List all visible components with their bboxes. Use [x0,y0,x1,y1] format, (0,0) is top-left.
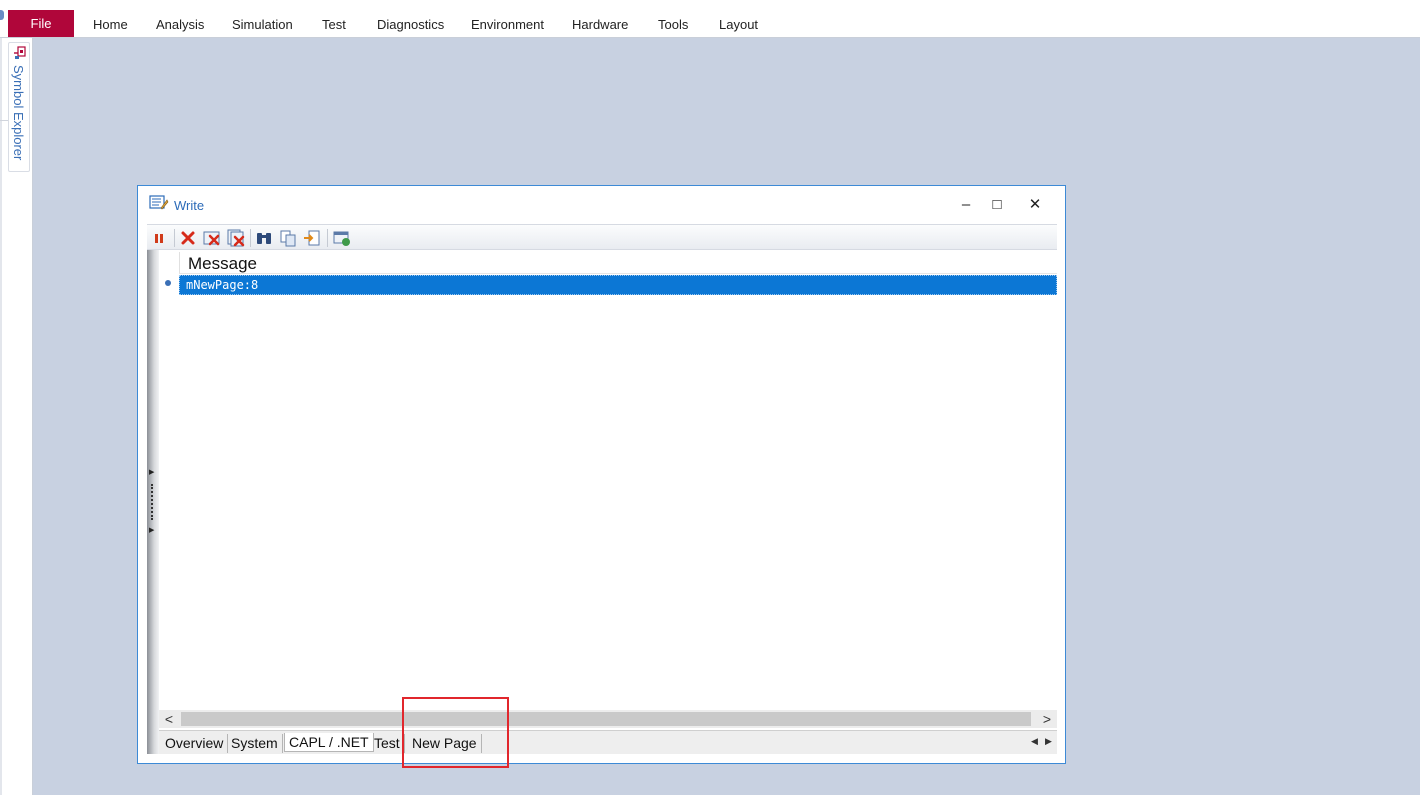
clear-all-icon[interactable] [227,229,245,247]
file-menu-button[interactable]: File [8,10,74,37]
splitter-arrow-icon: ▶ [149,469,155,476]
menu-hardware[interactable]: Hardware [572,17,628,32]
menu-layout[interactable]: Layout [719,17,758,32]
toolbar-separator [327,229,328,247]
close-button[interactable]: ✕ [1020,192,1050,216]
configure-icon[interactable] [333,229,351,247]
tab-system[interactable]: System [227,734,283,753]
side-divider [0,120,8,121]
row-marker-icon [165,280,171,286]
menu-simulation[interactable]: Simulation [232,17,293,32]
message-text: mNewPage:8 [186,278,259,292]
export-icon[interactable] [303,229,321,247]
tab-overview[interactable]: Overview [161,734,229,753]
maximize-button[interactable]: □ [982,192,1012,216]
splitter-handle[interactable]: ▶ ▶ [147,250,159,754]
scroll-thumb[interactable] [181,712,1031,726]
menu-environment[interactable]: Environment [471,17,544,32]
side-panel-edge [0,38,2,795]
page-tab-bar: Overview System CAPL / .NET Test New Pag… [159,730,1057,754]
toolbar-separator [174,229,175,247]
menu-bar: File Home Analysis Simulation Test Diagn… [0,0,1420,38]
column-header[interactable]: Message [179,252,1057,274]
write-window-icon [149,195,169,210]
splitter-grip [151,484,153,520]
symbol-explorer-icon [14,46,26,59]
tab-next-icon[interactable]: ▶ [1045,736,1052,747]
clear-page-icon[interactable] [203,229,221,247]
message-row[interactable]: mNewPage:8 [179,275,1057,295]
tab-test[interactable]: Test [370,734,405,753]
tab-capl-net[interactable]: CAPL / .NET [284,733,374,752]
horizontal-scrollbar[interactable]: < > [159,710,1057,728]
window-title: Write [174,198,205,213]
window-toolbar [147,224,1057,250]
menu-test[interactable]: Test [322,17,346,32]
menu-analysis[interactable]: Analysis [156,17,204,32]
pause-icon[interactable] [150,229,168,247]
copy-icon[interactable] [279,229,297,247]
menu-tools[interactable]: Tools [658,17,688,32]
menu-diagnostics[interactable]: Diagnostics [377,17,444,32]
message-list: Message mNewPage:8 [159,250,1057,710]
highlight-annotation [402,697,509,768]
minimize-button[interactable]: – [951,192,981,216]
tab-prev-icon[interactable]: ◀ [1031,736,1038,747]
delete-icon[interactable] [179,229,197,247]
symbol-explorer-tab[interactable]: Symbol Explorer [8,42,30,172]
symbol-explorer-label: Symbol Explorer [11,65,26,161]
menu-home[interactable]: Home [93,17,128,32]
scroll-right-button[interactable]: > [1037,710,1057,728]
app-corner-indicator [0,10,4,20]
write-window: Write – □ ✕ ▶ ▶ Message mNewPage:8 < > O… [137,185,1066,764]
column-header-message: Message [188,254,257,273]
splitter-arrow-icon: ▶ [149,527,155,534]
toolbar-separator [250,229,251,247]
scroll-left-button[interactable]: < [159,710,179,728]
binoculars-icon[interactable] [255,229,273,247]
